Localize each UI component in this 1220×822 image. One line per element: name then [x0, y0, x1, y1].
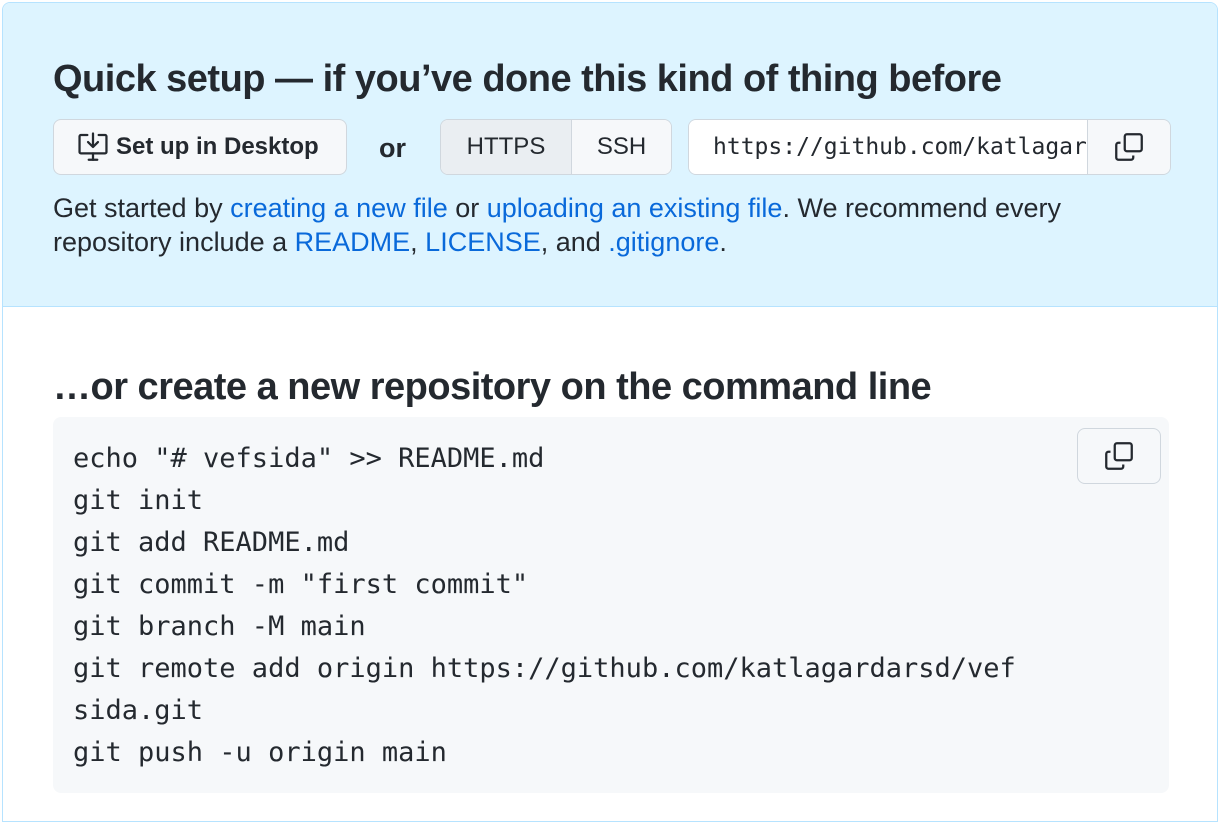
- desktop-download-icon: [78, 132, 108, 161]
- intro-text: ,: [410, 227, 426, 257]
- code-line: git branch -M main: [73, 611, 366, 642]
- code-line: git init: [73, 485, 204, 516]
- license-link[interactable]: LICENSE: [425, 227, 541, 257]
- create-new-file-link[interactable]: creating a new file: [230, 193, 448, 223]
- quick-setup-panel: Quick setup — if you’ve done this kind o…: [2, 2, 1218, 822]
- setup-in-desktop-button[interactable]: Set up in Desktop: [53, 119, 347, 175]
- copy-url-button[interactable]: [1088, 120, 1170, 174]
- clone-url-input[interactable]: [689, 120, 1088, 174]
- code-line: echo "# vefsida" >> README.md: [73, 443, 545, 474]
- command-code: echo "# vefsida" >> README.md git init g…: [73, 438, 1016, 774]
- intro-text: .: [719, 227, 727, 257]
- https-tab[interactable]: HTTPS: [441, 120, 572, 174]
- code-line: sida.git: [73, 695, 204, 726]
- copy-commands-button[interactable]: [1077, 428, 1161, 484]
- intro-text: Get started by: [53, 193, 231, 223]
- code-line: git push -u origin main: [73, 737, 447, 768]
- code-line: git add README.md: [73, 527, 350, 558]
- intro-text: , and: [540, 227, 609, 257]
- protocol-selector: HTTPS SSH: [440, 119, 672, 175]
- command-line-code-block: echo "# vefsida" >> README.md git init g…: [53, 417, 1169, 793]
- quick-setup-title: Quick setup — if you’ve done this kind o…: [53, 58, 1002, 100]
- readme-link[interactable]: README: [295, 227, 411, 257]
- code-line: git commit -m "first commit": [73, 569, 529, 600]
- copy-icon: [1105, 442, 1133, 470]
- getting-started-text: Get started by creating a new file or up…: [53, 191, 1163, 259]
- copy-icon: [1115, 133, 1143, 161]
- or-separator: or: [379, 133, 406, 163]
- ssh-tab[interactable]: SSH: [572, 120, 671, 174]
- setup-in-desktop-label: Set up in Desktop: [116, 133, 319, 160]
- intro-text: or: [447, 193, 487, 223]
- code-line: git remote add origin https://github.com…: [73, 653, 1016, 684]
- gitignore-link[interactable]: .gitignore: [608, 227, 719, 257]
- quick-setup-section: Quick setup — if you’ve done this kind o…: [3, 3, 1217, 307]
- upload-existing-file-link[interactable]: uploading an existing file: [487, 193, 783, 223]
- clone-url-group: [688, 119, 1171, 175]
- command-line-title: …or create a new repository on the comma…: [53, 366, 932, 408]
